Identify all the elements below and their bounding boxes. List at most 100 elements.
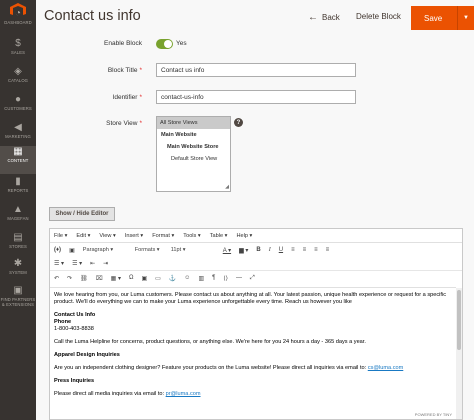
store-view-label: Store View * bbox=[106, 120, 142, 127]
highlight-color-icon[interactable]: ▆ ▾ bbox=[239, 247, 248, 254]
enable-block-label: Enable Block bbox=[104, 40, 142, 47]
block-format-select[interactable]: Paragraph ▾ bbox=[83, 247, 127, 253]
font-size-select[interactable]: 11pt ▾ bbox=[171, 247, 215, 253]
show-hide-editor-button[interactable]: Show / Hide Editor bbox=[49, 207, 115, 221]
sidebar-item-dashboard[interactable]: ◔ DASHBOARD bbox=[0, 8, 36, 36]
text-color-icon[interactable]: A ▾ bbox=[223, 247, 231, 254]
required-asterisk: * bbox=[139, 94, 142, 101]
store-icon: ▤ bbox=[13, 232, 23, 243]
align-center-icon[interactable]: ≡ bbox=[303, 247, 307, 253]
save-label: Save bbox=[424, 13, 443, 23]
sidebar-item-label: STORES bbox=[9, 244, 27, 249]
sidebar-item-system[interactable]: ✱ SYSTEM bbox=[0, 258, 36, 286]
sidebar-item-sales[interactable]: $ SALES bbox=[0, 38, 36, 66]
editor-content-area[interactable]: We love hearing from you, our Luma custo… bbox=[50, 287, 456, 408]
anchor-icon[interactable]: ⚓ bbox=[169, 275, 176, 282]
numbered-list-icon[interactable]: ☰ ▾ bbox=[72, 260, 82, 267]
arrow-left-icon: ← bbox=[308, 12, 318, 23]
align-left-icon[interactable]: ≡ bbox=[291, 247, 295, 253]
enable-block-toggle[interactable] bbox=[156, 39, 173, 49]
source-code-icon[interactable]: ⟨⟩ bbox=[223, 275, 228, 282]
wysiwyg-editor: File ▾ Edit ▾ View ▾ Insert ▾ Format ▾ T… bbox=[49, 228, 463, 420]
menu-view[interactable]: View ▾ bbox=[99, 233, 115, 239]
admin-sidebar: ◔ DASHBOARD $ SALES ◈ CATALOG ● CUSTOMERS ◀ MARKE… bbox=[0, 0, 36, 420]
media-icon[interactable]: ▭ bbox=[155, 275, 161, 282]
link-icon[interactable]: ⛓ bbox=[80, 275, 88, 282]
sidebar-item-stores[interactable]: ▤ STORES bbox=[0, 232, 36, 260]
partners-icon: ▣ bbox=[13, 285, 23, 296]
formats-select[interactable]: Formats ▾ bbox=[135, 247, 163, 253]
megaphone-icon: ◀ bbox=[14, 122, 22, 133]
menu-table[interactable]: Table ▾ bbox=[210, 233, 228, 239]
insert-widget-icon[interactable]: (♦) bbox=[54, 247, 61, 253]
content-intro-paragraph: We love hearing from you, our Luma custo… bbox=[54, 292, 446, 305]
save-split-dropdown-button[interactable]: ▼ bbox=[457, 6, 474, 30]
sidebar-item-find-partners-extensions[interactable]: ▣ FIND PARTNERS & EXTENSIONS bbox=[0, 285, 36, 313]
resize-handle-icon[interactable]: ◢ bbox=[225, 184, 229, 190]
paragraph-mark-icon[interactable]: ¶ bbox=[212, 275, 215, 281]
insert-image-icon-2[interactable]: ▣ bbox=[141, 275, 147, 282]
content-contact-heading: Contact Us Info bbox=[54, 312, 96, 318]
required-asterisk: * bbox=[139, 67, 142, 74]
menu-format[interactable]: Format ▾ bbox=[152, 233, 174, 239]
redo-icon[interactable]: ↷ bbox=[67, 275, 72, 282]
email-link-pr[interactable]: pr@luma.com bbox=[166, 391, 201, 397]
bold-icon[interactable]: B bbox=[256, 247, 260, 253]
block-title-label: Block Title * bbox=[107, 67, 142, 74]
sidebar-item-label: SYSTEM bbox=[9, 270, 27, 275]
content-phone-label: Phone bbox=[54, 319, 72, 325]
fullscreen-icon[interactable]: ⤢ bbox=[250, 275, 255, 282]
scrollbar-thumb[interactable] bbox=[457, 290, 461, 350]
horizontal-rule-icon[interactable]: — bbox=[236, 275, 242, 281]
undo-icon[interactable]: ↶ bbox=[54, 275, 59, 282]
special-character-icon[interactable]: Ω bbox=[129, 275, 134, 281]
sidebar-item-reports[interactable]: ▮ REPORTS bbox=[0, 176, 36, 204]
gear-icon: ✱ bbox=[13, 258, 23, 269]
email-link-cs[interactable]: cs@luma.com bbox=[368, 365, 404, 371]
content-apparel-paragraph: Are you an independent clothing designer… bbox=[54, 365, 404, 371]
sidebar-item-label: SALES bbox=[10, 50, 25, 55]
menu-insert[interactable]: Insert ▾ bbox=[125, 233, 143, 239]
align-right-icon[interactable]: ≡ bbox=[314, 247, 318, 253]
italic-icon[interactable]: I bbox=[269, 247, 271, 253]
save-button[interactable]: Save ▼ bbox=[411, 6, 474, 30]
magefan-icon: ▲ bbox=[13, 204, 23, 215]
menu-help[interactable]: Help ▾ bbox=[236, 233, 252, 239]
identifier-input[interactable]: contact-us-info bbox=[156, 90, 356, 104]
indent-icon[interactable]: ⇥ bbox=[103, 260, 108, 267]
show-blocks-icon[interactable]: ▥ bbox=[198, 275, 204, 282]
content-phone-number: 1-800-403-8838 bbox=[54, 326, 94, 332]
sidebar-item-label: DASHBOARD bbox=[4, 20, 32, 25]
sidebar-item-catalog[interactable]: ◈ CATALOG bbox=[0, 66, 36, 94]
emoticons-icon[interactable]: ☺ bbox=[184, 275, 190, 281]
editor-scrollbar[interactable] bbox=[456, 288, 462, 419]
bullet-list-icon[interactable]: ☰ ▾ bbox=[54, 260, 64, 267]
cube-icon: ◈ bbox=[14, 66, 22, 77]
person-icon: ● bbox=[14, 94, 22, 105]
store-option-all[interactable]: All Store Views bbox=[157, 117, 230, 129]
content-press-paragraph: Please direct all media inquiries via em… bbox=[54, 391, 201, 397]
table-icon[interactable]: ▦ ▾ bbox=[111, 275, 121, 282]
editor-toolbar-row-2: ☰ ▾ ☰ ▾ ⇤ ⇥ bbox=[50, 257, 462, 271]
sidebar-item-magefan[interactable]: ▲ MAGEFAN bbox=[0, 204, 36, 232]
page-title: Contact us info bbox=[44, 8, 141, 24]
delete-block-button[interactable]: Delete Block bbox=[356, 12, 401, 21]
menu-tools[interactable]: Tools ▾ bbox=[183, 233, 200, 239]
bar-chart-icon: ▮ bbox=[15, 176, 21, 187]
sidebar-item-label: MAGEFAN bbox=[7, 216, 29, 221]
sidebar-item-label: MARKETING bbox=[5, 134, 31, 139]
store-option-default[interactable]: Default Store View bbox=[157, 153, 230, 165]
store-view-multiselect[interactable]: All Store Views Main Website Main Websit… bbox=[156, 116, 231, 192]
outdent-icon[interactable]: ⇤ bbox=[90, 260, 95, 267]
sidebar-item-content[interactable]: ▦ CONTENT bbox=[0, 146, 36, 174]
menu-edit[interactable]: Edit ▾ bbox=[76, 233, 90, 239]
underline-icon[interactable]: U bbox=[279, 247, 283, 253]
sidebar-item-customers[interactable]: ● CUSTOMERS bbox=[0, 94, 36, 122]
block-title-input[interactable]: Contact us info bbox=[156, 63, 356, 77]
help-icon[interactable]: ? bbox=[234, 118, 243, 127]
back-button[interactable]: ← Back bbox=[308, 12, 340, 23]
insert-image-icon[interactable]: ▣ bbox=[69, 247, 75, 254]
unlink-icon[interactable]: ⌧ bbox=[96, 275, 103, 282]
align-justify-icon[interactable]: ≡ bbox=[326, 247, 330, 253]
menu-file[interactable]: File ▾ bbox=[54, 233, 67, 239]
